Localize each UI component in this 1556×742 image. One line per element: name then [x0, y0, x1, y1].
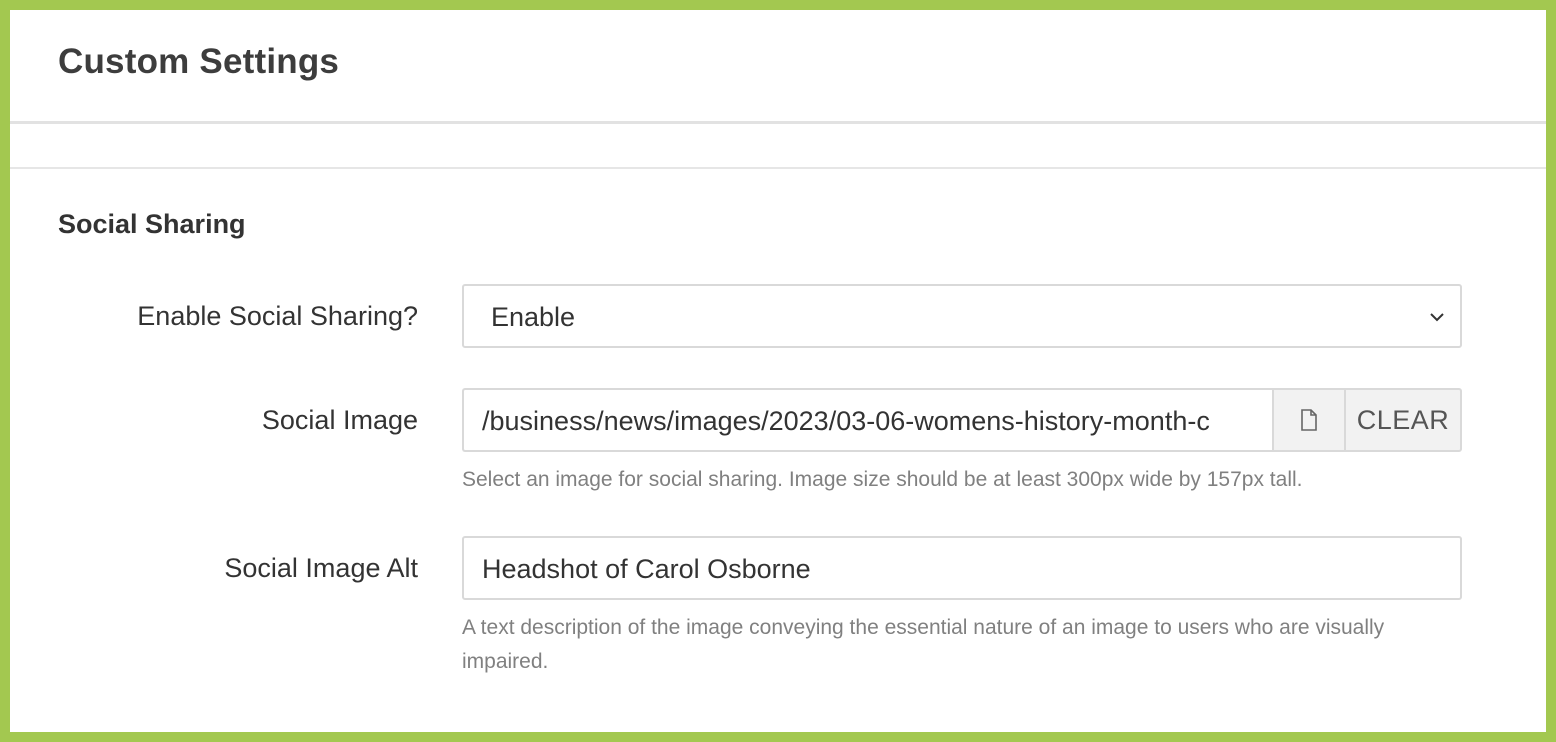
select-value: Enable — [491, 302, 576, 332]
social-image-alt-label: Social Image Alt — [224, 553, 418, 583]
file-icon — [1301, 409, 1317, 431]
social-image-label: Social Image — [261, 405, 418, 435]
social-image-input[interactable]: /business/news/images/2023/03-06-womens-… — [462, 388, 1274, 452]
section-title-social-sharing: Social Sharing — [58, 209, 246, 239]
page-title: Custom Settings — [58, 42, 340, 81]
enable-social-sharing-label: Enable Social Sharing? — [137, 301, 418, 331]
settings-frame: Custom Settings Social Sharing Enable So… — [10, 10, 1546, 732]
social-image-alt-input[interactable]: Headshot of Carol Osborne — [462, 536, 1462, 600]
file-browse-button[interactable] — [1272, 388, 1346, 452]
clear-button[interactable]: CLEAR — [1344, 388, 1462, 452]
chevron-down-icon — [1430, 313, 1444, 322]
social-image-input-group: /business/news/images/2023/03-06-womens-… — [462, 388, 1462, 452]
social-image-help: Select an image for social sharing. Imag… — [462, 468, 1303, 491]
section-divider — [10, 167, 1546, 169]
panel-header: Custom Settings — [10, 10, 1546, 124]
social-image-alt-help: A text description of the image conveyin… — [462, 616, 1385, 673]
enable-social-sharing-select[interactable]: Enable — [462, 284, 1462, 348]
